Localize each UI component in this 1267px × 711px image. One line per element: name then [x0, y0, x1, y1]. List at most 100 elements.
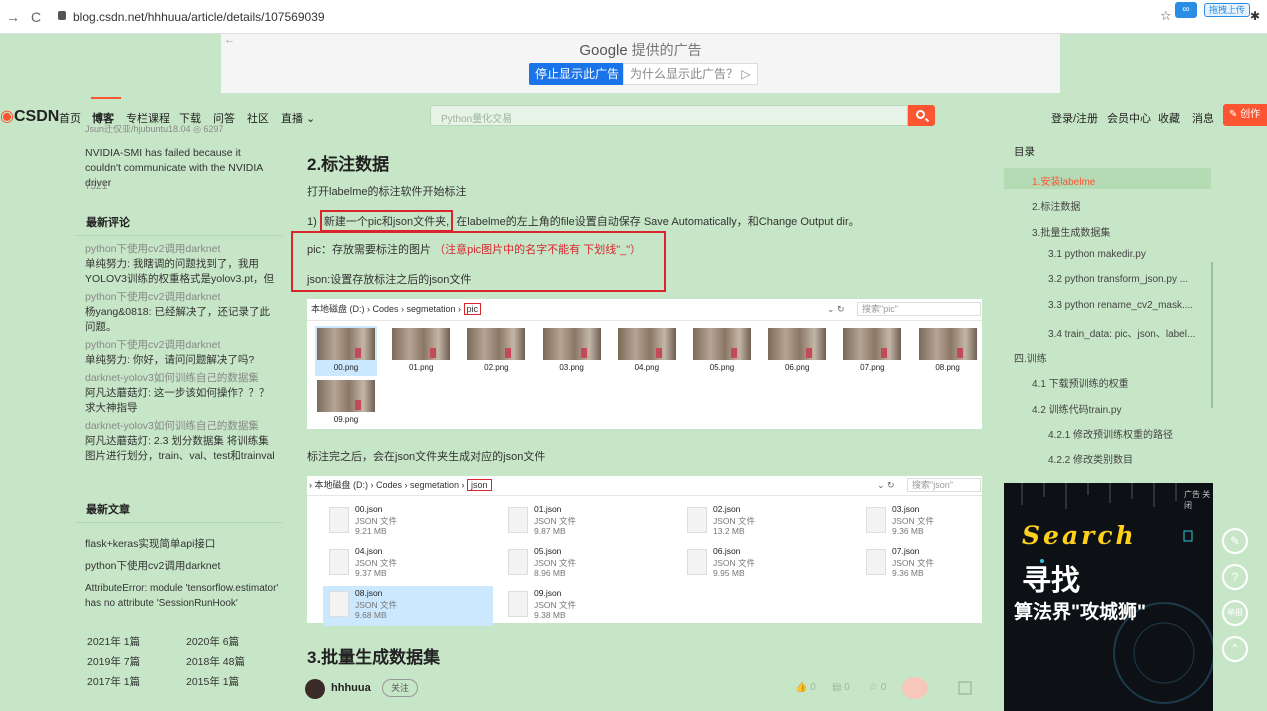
forward-icon[interactable]: → [6, 9, 20, 25]
json-file-item[interactable]: 05.json JSON 文件 8.96 MB [502, 544, 672, 584]
extension-upload-label[interactable]: 拖拽上传 [1204, 3, 1251, 17]
explorer-search[interactable]: 搜索"json" [907, 478, 981, 492]
create-button[interactable]: ✎ 创作 [1223, 104, 1267, 126]
nav-live[interactable]: 直播 ⌄ [281, 110, 315, 126]
lock-icon[interactable] [58, 11, 66, 20]
thumbnail-item[interactable]: 01.png [390, 326, 452, 376]
popular-articles-card: Jsun迁仅亚/hjubuntu18.04 ◎ 6297 NVIDIA-SMI … [75, 125, 282, 203]
nav-courses[interactable]: 专栏课程 [126, 110, 170, 126]
why-ad-button[interactable]: 为什么显示此广告？ ▷ [623, 63, 758, 85]
file-size: 9.68 MB [355, 610, 387, 620]
popular-article-title[interactable]: NVIDIA-SMI has failed because it couldn'… [85, 146, 275, 191]
archive-link[interactable]: 2017年 1篇 [87, 675, 140, 690]
search-button[interactable] [908, 105, 935, 126]
thumbnail-item[interactable]: 09.png [315, 378, 377, 428]
toc-item[interactable]: 1.安装labelme [1032, 173, 1095, 188]
articles-heading: 最新文章 [75, 497, 282, 523]
json-file-item[interactable]: 00.json JSON 文件 9.21 MB [323, 502, 493, 542]
banner-subtitle: 算法界"攻城狮" [1014, 602, 1147, 623]
toc-item[interactable]: 2.标注数据 [1032, 198, 1080, 213]
vip-link[interactable]: 会员中心 [1107, 110, 1151, 126]
ad-banner-right[interactable]: 广告 关闭 Search 寻找 算法界"攻城狮" [1004, 483, 1213, 711]
archive-link[interactable]: 2020年 6篇 [186, 635, 239, 650]
article-link[interactable]: flask+keras实现简单api接口 [85, 537, 215, 552]
thumbnail-item[interactable]: 00.png [315, 326, 377, 376]
toc-item[interactable]: 4.2 训练代码train.py [1032, 401, 1121, 416]
thumbnail-item[interactable]: 04.png [616, 326, 678, 376]
file-name: 09.json [534, 588, 562, 598]
stop-ad-button[interactable]: 停止显示此广告 [529, 63, 626, 85]
archive-link[interactable]: 2018年 48篇 [186, 655, 245, 670]
messages-link[interactable]: 消息 [1192, 110, 1214, 126]
csdn-logo[interactable]: ◉CSDN [0, 106, 59, 126]
article-link[interactable]: python下使用cv2调用darknet [85, 559, 220, 574]
like-button[interactable]: 👍 0 [795, 682, 816, 693]
paragraph-pic: pic：存放需要标注的图片 （注意pic图片中的名字不能有 下划线"_"） [307, 244, 642, 256]
comment-item[interactable]: darknet-yolov3如何训练自己的数据集 阿凡达蘑菇灯: 2.3 划分数… [85, 419, 277, 464]
follow-button[interactable]: 关注 [382, 679, 419, 697]
archive-link[interactable]: 2015年 1篇 [186, 675, 239, 690]
nav-download[interactable]: 下载 [179, 110, 201, 126]
favorites-link[interactable]: 收藏 [1158, 110, 1180, 126]
bookmark-star-icon[interactable]: ☆ [1160, 8, 1172, 24]
toc-item[interactable]: 四.训练 [1014, 350, 1047, 365]
toc-item[interactable]: 3.4 train_data: pic、json、label... [1048, 325, 1195, 340]
favorite-button[interactable]: ☆ 0 [869, 682, 886, 693]
thumbnail-item[interactable]: 06.png [766, 326, 828, 376]
search-input[interactable]: Python量化交易 [430, 105, 908, 126]
thumbnail-label: 03.png [559, 363, 584, 372]
toc-item[interactable]: 4.2.1 修改预训练权重的路径 [1048, 426, 1173, 441]
login-link[interactable]: 登录/注册 [1051, 110, 1098, 126]
json-file-item[interactable]: 09.json JSON 文件 9.38 MB [502, 586, 672, 626]
comment-button[interactable]: ▤ 0 [832, 682, 850, 693]
toc-item[interactable]: 4.2.2 修改类别数目 [1048, 451, 1133, 466]
back-to-top-icon[interactable]: ⌃ [1222, 636, 1248, 662]
thumbnail-image [467, 328, 526, 360]
toc-item[interactable]: 4.1 下载预训练的权重 [1032, 375, 1129, 390]
archive-link[interactable]: 2019年 7篇 [87, 655, 140, 670]
help-icon[interactable]: ? [1222, 564, 1248, 590]
json-file-item[interactable]: 01.json JSON 文件 9.87 MB [502, 502, 672, 542]
toc-scrollbar[interactable] [1211, 262, 1213, 408]
thumbnail-image [317, 328, 375, 360]
edit-icon[interactable]: ✎ [1222, 528, 1248, 554]
json-file-item[interactable]: 06.json JSON 文件 9.95 MB [681, 544, 851, 584]
file-icon [687, 507, 707, 533]
comment-item[interactable]: python下使用cv2调用darknet 单纯努力: 我瞎调的问题找到了，我用… [85, 242, 277, 287]
nav-home[interactable]: 首页 [59, 110, 81, 126]
reload-icon[interactable]: C [31, 9, 41, 25]
archive-link[interactable]: 2021年 1篇 [87, 635, 140, 650]
address-bar[interactable]: blog.csdn.net/hhhuua/article/details/107… [73, 10, 325, 24]
avatar[interactable] [305, 679, 325, 699]
file-name: 04.json [355, 546, 383, 556]
author-name[interactable]: hhhuua [331, 682, 371, 694]
thumbnail-item[interactable]: 05.png [691, 326, 753, 376]
json-file-item[interactable]: 02.json JSON 文件 13.2 MB [681, 502, 851, 542]
explorer-search[interactable]: 搜索"pic" [857, 302, 981, 316]
comment-item[interactable]: python下使用cv2调用darknet 杨yang&0818: 已经解决了，… [85, 290, 277, 335]
toc-item[interactable]: 3.2 python transform_json.py ... [1048, 274, 1188, 285]
comment-item[interactable]: darknet-yolov3如何训练自己的数据集 阿凡达蘑菇灯: 这一步该如何操… [85, 371, 277, 416]
nav-blog[interactable]: 博客 [92, 110, 114, 126]
json-file-item[interactable]: 08.json JSON 文件 9.68 MB [323, 586, 493, 626]
reward-icon[interactable] [902, 677, 928, 699]
extension-icon[interactable]: ∞ [1175, 2, 1197, 18]
thumbnail-item[interactable]: 02.png [465, 326, 527, 376]
cut-article-title[interactable]: Jsun迁仅亚/hjubuntu18.04 ◎ 6297 [85, 125, 223, 134]
extensions-puzzle-icon[interactable]: ✱ [1250, 9, 1260, 23]
toc-item[interactable]: 3.批量生成数据集 [1032, 224, 1110, 239]
report-button[interactable]: 举报 [1222, 600, 1248, 626]
json-file-item[interactable]: 04.json JSON 文件 9.37 MB [323, 544, 493, 584]
toc-item[interactable]: 3.3 python rename_cv2_mask.... [1048, 300, 1193, 311]
article-link[interactable]: AttributeError: module 'tensorflow.estim… [85, 581, 280, 611]
thumbnail-item[interactable]: 07.png [841, 326, 903, 376]
ad-tag[interactable]: 广告 关闭 [1184, 489, 1213, 511]
share-icon[interactable] [958, 681, 972, 695]
toc-item[interactable]: 3.1 python makedir.py [1048, 249, 1146, 260]
nav-qa[interactable]: 问答 [213, 110, 235, 126]
comment-item[interactable]: python下使用cv2调用darknet 单纯努力: 你好，请问问题解决了吗? [85, 338, 277, 368]
thumbnail-item[interactable]: 08.png [917, 326, 979, 376]
nav-community[interactable]: 社区 [247, 110, 269, 126]
thumbnail-item[interactable]: 03.png [541, 326, 603, 376]
ad-title: Google 提供的广告 [579, 42, 702, 59]
